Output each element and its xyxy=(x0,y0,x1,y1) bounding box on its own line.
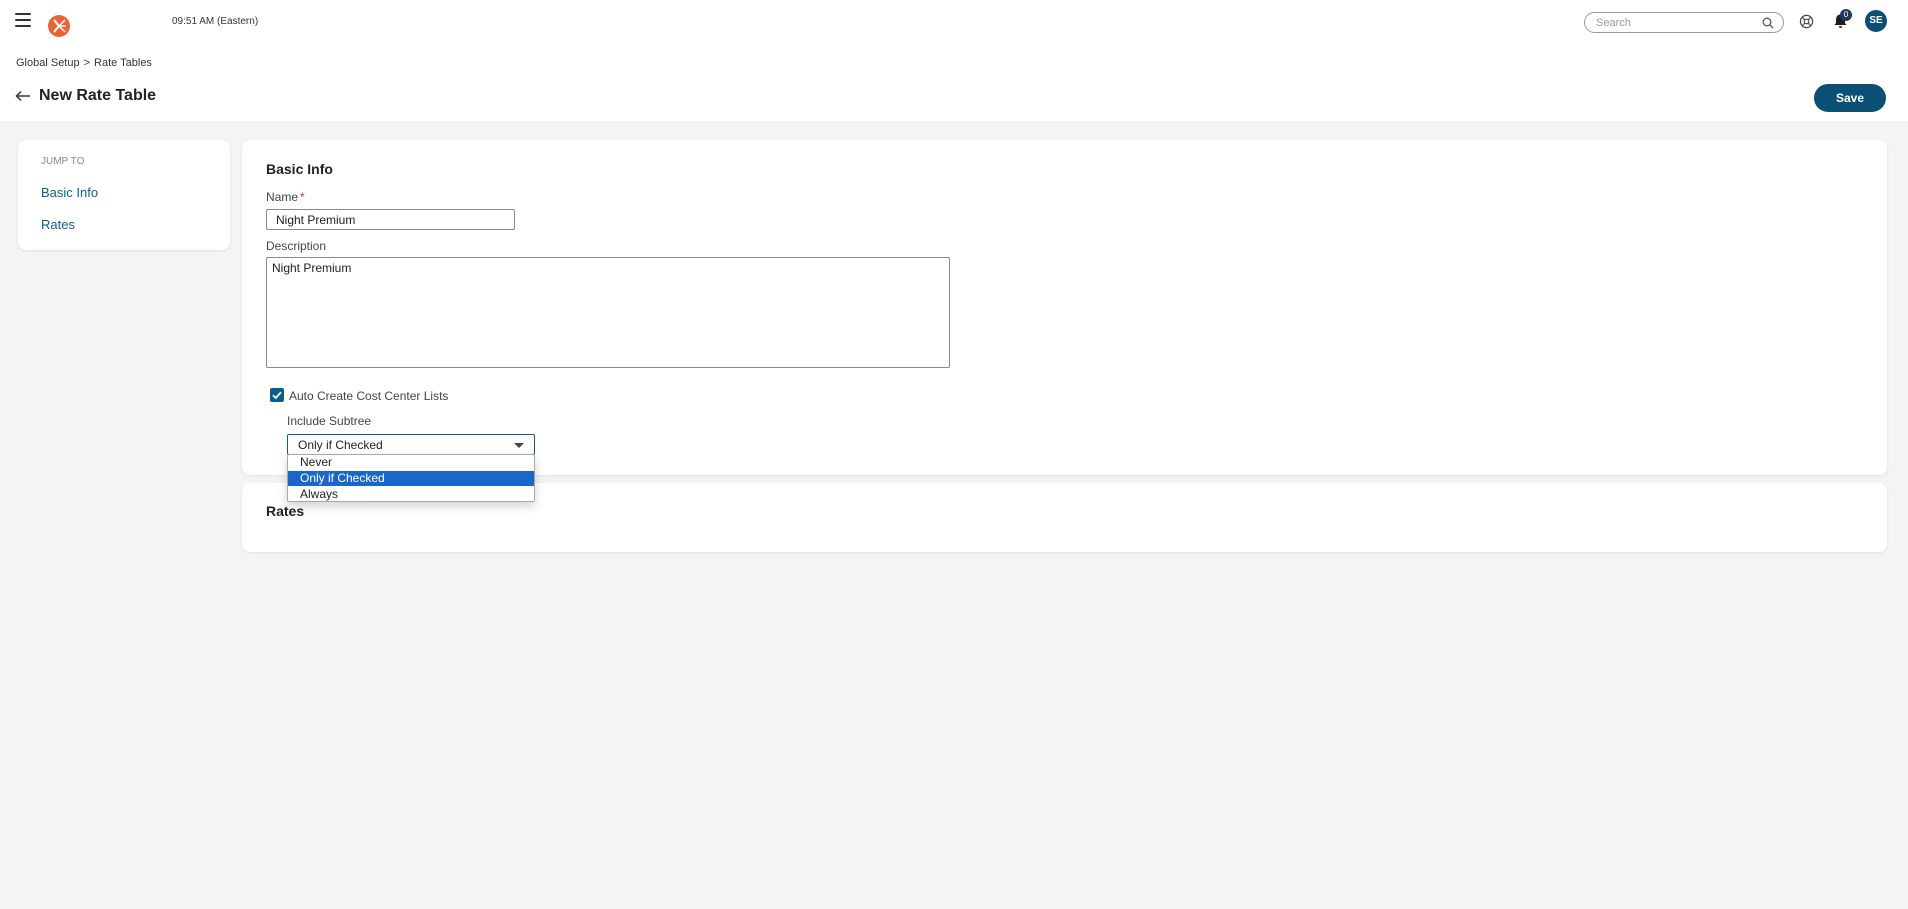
back-arrow-icon[interactable] xyxy=(15,90,31,102)
description-label: Description xyxy=(266,239,327,253)
search-box[interactable] xyxy=(1584,12,1784,33)
option-always[interactable]: Always xyxy=(288,487,534,502)
top-bar: 09:51 AM (Eastern) 0 SE xyxy=(0,0,1908,44)
option-only-if-checked[interactable]: Only if Checked xyxy=(288,471,534,486)
hamburger-menu-icon[interactable] xyxy=(15,13,31,27)
include-subtree-label: Include Subtree xyxy=(287,414,372,428)
jump-link-basic-info[interactable]: Basic Info xyxy=(41,185,98,200)
include-subtree-options: Never Only if Checked Always xyxy=(287,454,535,502)
search-input[interactable] xyxy=(1596,16,1756,30)
breadcrumb-separator: > xyxy=(83,57,91,69)
rates-title: Rates xyxy=(266,503,305,519)
help-icon[interactable] xyxy=(1799,14,1814,29)
user-avatar[interactable]: SE xyxy=(1865,10,1887,32)
chevron-down-icon[interactable] xyxy=(514,443,524,448)
option-never[interactable]: Never xyxy=(288,455,534,470)
breadcrumb: Global Setup > Rate Tables xyxy=(16,57,152,69)
include-subtree-select[interactable]: Only if Checked xyxy=(287,434,535,455)
name-field[interactable] xyxy=(266,209,515,230)
current-time: 09:51 AM (Eastern) xyxy=(172,16,259,27)
page-title: New Rate Table xyxy=(39,87,157,104)
include-subtree-selected-value: Only if Checked xyxy=(298,438,383,452)
search-icon[interactable] xyxy=(1762,17,1774,29)
breadcrumb-global-setup[interactable]: Global Setup xyxy=(16,57,80,69)
name-label-text: Name xyxy=(266,190,299,204)
jump-to-panel: JUMP TO Basic Info Rates xyxy=(18,140,230,250)
notification-count-badge: 0 xyxy=(1840,9,1852,21)
jump-link-rates[interactable]: Rates xyxy=(41,217,75,232)
app-logo xyxy=(48,15,70,37)
save-button[interactable]: Save xyxy=(1814,84,1886,112)
auto-create-checkbox[interactable] xyxy=(270,388,284,402)
auto-create-label: Auto Create Cost Center Lists xyxy=(289,389,449,403)
jump-to-label: JUMP TO xyxy=(41,156,85,167)
checkmark-icon xyxy=(272,391,282,400)
basic-info-title: Basic Info xyxy=(266,161,333,177)
name-label: Name * xyxy=(266,190,305,204)
page-header: Global Setup > Rate Tables New Rate Table … xyxy=(0,44,1908,121)
basic-info-section: Basic Info Name* Description Night Premi… xyxy=(242,140,1887,475)
required-asterisk: * xyxy=(300,190,305,204)
description-field[interactable]: Night Premium xyxy=(266,257,950,368)
breadcrumb-rate-tables[interactable]: Rate Tables xyxy=(94,57,152,69)
